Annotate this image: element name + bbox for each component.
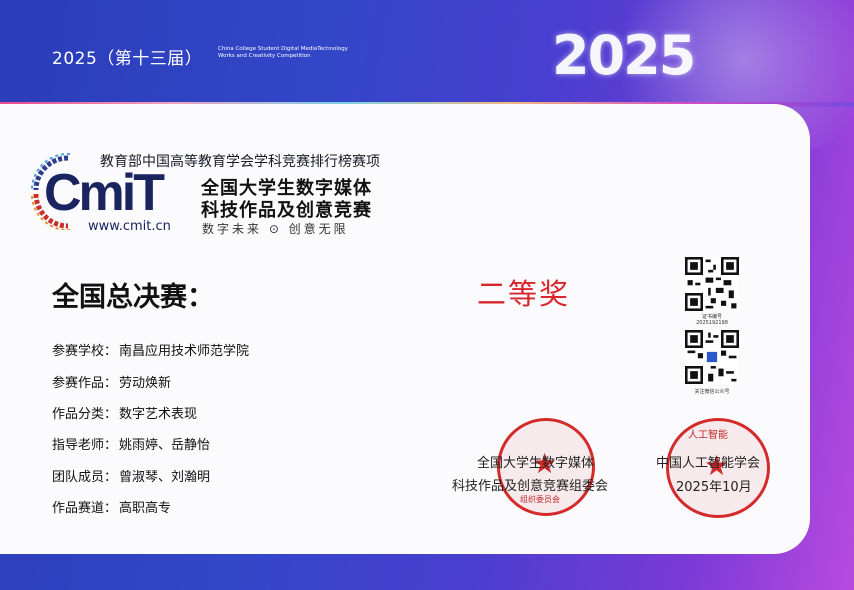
- field-row: 团队成员： 曾淑琴、刘瀚明: [52, 466, 210, 485]
- header-english-title: China College Student Digital MediaTechn…: [218, 46, 368, 60]
- caai-name: 中国人工智能学会: [656, 456, 761, 471]
- award-level: 二等奖: [477, 277, 571, 311]
- header-english-line-1: China College Student Digital MediaTechn…: [218, 46, 349, 52]
- field-value: 南昌应用技术师范学院: [119, 344, 250, 359]
- ranking-text: 教育部中国高等教育学会学科竞赛排行榜赛项: [100, 154, 380, 170]
- field-value: 高职高专: [119, 501, 172, 516]
- field-row: 参赛作品： 劳动焕新: [52, 372, 171, 391]
- certificate-number: 2025192198: [696, 320, 728, 326]
- field-value: 曾淑琴、刘瀚明: [119, 470, 211, 485]
- field-row: 作品赛道： 高职高专: [52, 497, 171, 516]
- follow-wechat-label: 关注微信公众号: [694, 389, 730, 395]
- field-value: 劳动焕新: [119, 376, 172, 391]
- seal-stamp-text: 人工智能: [688, 430, 728, 441]
- organizer-line-1: 全国大学生数字媒体: [477, 456, 595, 471]
- field-row: 参赛学校： 南昌应用技术师范学院: [52, 340, 249, 359]
- seal-stamp-text: 组织委员会: [520, 495, 560, 504]
- header-session: 2025（第十三届）: [52, 49, 203, 69]
- field-label: 参赛学校：: [52, 344, 118, 359]
- stage-title: 全国总决赛：: [52, 282, 214, 313]
- big-year-graphic: 2025: [552, 24, 696, 87]
- field-label: 作品分类：: [52, 407, 118, 422]
- field-row: 指导老师： 姚雨婷、岳静怡: [52, 434, 210, 453]
- field-value: 姚雨婷、岳静怡: [119, 438, 211, 453]
- slogan: 数字未来 ⊙ 创意无限: [202, 222, 349, 236]
- field-value: 数字艺术表现: [119, 407, 198, 422]
- certificate-number-label: 证书编号: [701, 314, 722, 320]
- field-label: 指导老师：: [52, 438, 118, 453]
- organizer-line-2: 科技作品及创意竞赛组委会: [452, 479, 609, 494]
- certificate-qr-code[interactable]: [685, 257, 739, 311]
- field-label: 参赛作品：: [52, 376, 118, 391]
- competition-name-line-2: 科技作品及创意竞赛: [201, 200, 372, 221]
- wechat-qr-code[interactable]: [685, 330, 739, 384]
- certificate-page: 2025（第十三届） China College Student Digital…: [0, 0, 854, 590]
- issue-date: 2025年10月: [676, 480, 752, 495]
- field-label: 团队成员：: [52, 470, 118, 485]
- field-row: 作品分类： 数字艺术表现: [52, 403, 197, 422]
- website-url: www.cmit.cn: [88, 219, 171, 234]
- field-label: 作品赛道：: [52, 501, 118, 516]
- header-english-line-2: Works and Creativity Competition: [218, 53, 311, 59]
- brand-logo-text: CmiT: [44, 164, 165, 222]
